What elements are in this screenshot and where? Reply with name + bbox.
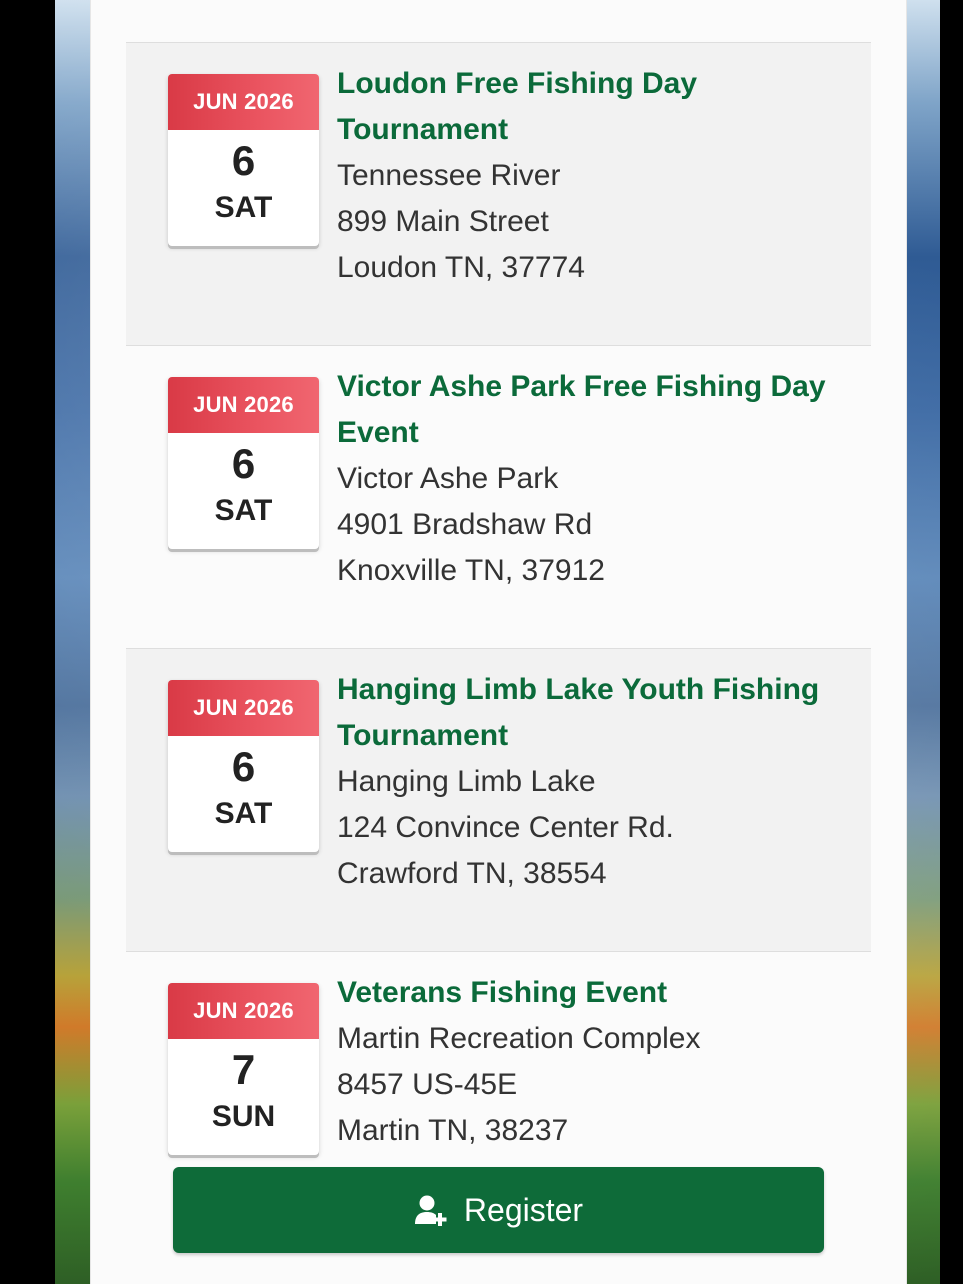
event-city: Loudon TN, 37774	[337, 251, 585, 284]
event-title-link[interactable]: Hanging Limb Lake Youth Fishing Tourname…	[337, 667, 857, 759]
date-day: 6	[231, 743, 256, 790]
event-title-link[interactable]: Victor Ashe Park Free Fishing Day Event	[337, 364, 857, 456]
event-street: 124 Convince Center Rd.	[337, 811, 674, 844]
event-info: Veterans Fishing Event Martin Recreation…	[337, 970, 857, 1154]
event-venue: Tennessee River	[337, 159, 561, 192]
date-day: 6	[231, 137, 256, 184]
date-day: 7	[231, 1046, 256, 1093]
event-list: JUN 2026 6 SAT Loudon Free Fishing Day T…	[126, 42, 871, 1181]
event-city: Martin TN, 38237	[337, 1114, 569, 1147]
date-badge: JUN 2026 6 SAT	[168, 377, 319, 549]
add-user-icon	[414, 1194, 452, 1226]
event-item[interactable]: JUN 2026 6 SAT Victor Ashe Park Free Fis…	[126, 345, 871, 648]
screen: JUN 2026 6 SAT Loudon Free Fishing Day T…	[0, 0, 963, 1284]
event-venue: Hanging Limb Lake	[337, 765, 596, 798]
event-city: Knoxville TN, 37912	[337, 554, 605, 587]
event-item[interactable]: JUN 2026 6 SAT Loudon Free Fishing Day T…	[126, 42, 871, 345]
event-street: 8457 US-45E	[337, 1068, 518, 1101]
event-title-link[interactable]: Veterans Fishing Event	[337, 970, 857, 1016]
event-item[interactable]: JUN 2026 6 SAT Hanging Limb Lake Youth F…	[126, 648, 871, 951]
register-label: Register	[463, 1191, 584, 1228]
date-badge: JUN 2026 7 SUN	[168, 983, 319, 1155]
event-info: Victor Ashe Park Free Fishing Day Event …	[337, 364, 857, 594]
event-info: Hanging Limb Lake Youth Fishing Tourname…	[337, 667, 857, 897]
date-month: JUN 2026	[168, 377, 319, 433]
date-month: JUN 2026	[168, 680, 319, 736]
event-info: Loudon Free Fishing Day Tournament Tenne…	[337, 61, 857, 291]
date-month: JUN 2026	[168, 983, 319, 1039]
event-title-link[interactable]: Loudon Free Fishing Day Tournament	[337, 61, 857, 153]
event-street: 4901 Bradshaw Rd	[337, 508, 593, 541]
event-item[interactable]: JUN 2026 7 SUN Veterans Fishing Event Ma…	[126, 951, 871, 1181]
event-venue: Victor Ashe Park	[337, 462, 559, 495]
date-day: 6	[231, 440, 256, 487]
event-street: 899 Main Street	[337, 205, 549, 238]
date-weekday: SAT	[214, 494, 273, 527]
events-panel: JUN 2026 6 SAT Loudon Free Fishing Day T…	[90, 0, 907, 1284]
date-weekday: SAT	[214, 797, 273, 830]
event-venue: Martin Recreation Complex	[337, 1022, 701, 1055]
date-badge: JUN 2026 6 SAT	[168, 74, 319, 246]
date-weekday: SAT	[214, 191, 273, 224]
register-button[interactable]: Register	[173, 1167, 824, 1253]
event-city: Crawford TN, 38554	[337, 857, 607, 890]
date-weekday: SUN	[211, 1100, 276, 1133]
date-badge: JUN 2026 6 SAT	[168, 680, 319, 852]
date-month: JUN 2026	[168, 74, 319, 130]
